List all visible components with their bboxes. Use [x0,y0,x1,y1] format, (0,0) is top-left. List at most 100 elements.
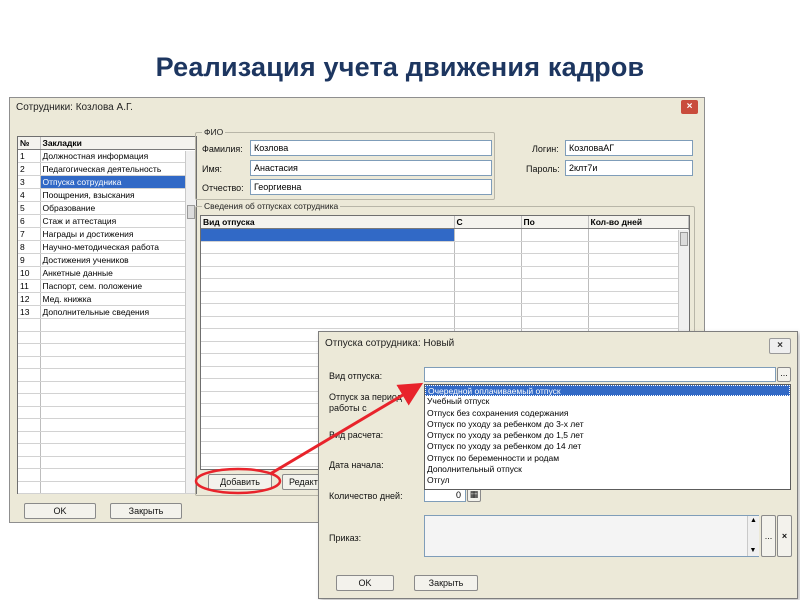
bookmark-row[interactable]: 12 Мед. книжка [18,292,196,306]
bookmark-empty-row[interactable] [18,468,196,482]
bookmark-number [18,418,41,432]
vacation-type-field[interactable] [424,367,776,382]
add-button[interactable]: Добавить [208,474,272,490]
vacation-cell [454,303,522,317]
vacation-row[interactable] [201,291,689,304]
scroll-up-icon[interactable]: ▲ [748,516,759,526]
bookmark-empty-row[interactable] [18,331,196,344]
bookmark-label: Педагогическая деятельность [40,162,196,176]
dropdown-option[interactable]: Отпуск без сохранения содержания [425,408,790,419]
dropdown-option[interactable]: Очередной оплачиваемый отпуск [425,385,790,397]
vacation-cell [521,253,589,267]
bookmark-empty-row[interactable] [18,393,196,407]
bookmark-empty-row[interactable] [18,443,196,457]
dialog-close-icon[interactable]: × [769,338,791,354]
bookmark-label: Должностная информация [40,149,196,163]
vacation-cell [521,266,589,279]
bookmark-label: Достижения учеников [40,253,196,267]
bookmark-label: Дополнительные сведения [40,305,196,319]
order-field[interactable] [424,515,759,557]
bookmark-row[interactable]: 1 Должностная информация [18,149,196,163]
bookmark-number [18,318,41,332]
bookmark-label [40,381,196,394]
bookmark-empty-row[interactable] [18,356,196,369]
bookmark-row[interactable]: 9 Достижения учеников [18,253,196,267]
vacation-row[interactable] [201,241,689,254]
edit-button[interactable]: Редакт [282,474,322,490]
bookmark-number: 6 [18,214,41,228]
bookmark-label: Мед. книжка [40,292,196,306]
surname-field[interactable]: Козлова [250,140,492,156]
slide-title: Реализация учета движения кадров [155,52,645,82]
name-field[interactable]: Анастасия [250,160,492,176]
bookmark-label: Отпуска сотрудника [40,175,196,189]
scroll-thumb[interactable] [680,232,688,246]
vacation-cell [521,316,589,329]
scroll-thumb[interactable] [187,205,195,219]
order-scrollbar[interactable]: ▲ ▼ [747,516,759,556]
bookmark-empty-row[interactable] [18,381,196,394]
bookmark-empty-row[interactable] [18,406,196,419]
vacation-row[interactable] [201,316,689,329]
vacation-cell [588,303,689,317]
vacation-row[interactable] [201,266,689,279]
vacation-type-browse-button[interactable]: ... [777,367,791,382]
vacation-row[interactable] [201,228,689,242]
vacation-row[interactable] [201,303,689,317]
close-icon[interactable]: × [681,100,698,114]
bookmark-row[interactable]: 8 Научно-методическая работа [18,240,196,254]
ok-button[interactable]: OK [24,503,96,519]
order-browse-button[interactable]: ... [761,515,776,557]
vacation-cell [201,316,455,329]
vacation-cell [454,316,522,329]
bookmark-empty-row[interactable] [18,318,196,332]
bookmark-number: 3 [18,175,41,189]
bookmark-empty-row[interactable] [18,456,196,469]
days-value: 0 [455,490,461,500]
dialog-ok-button[interactable]: OK [336,575,394,591]
scroll-down-icon[interactable]: ▼ [748,546,758,556]
dropdown-option[interactable]: Отгул [425,475,790,486]
dialog-close-button[interactable]: Закрыть [414,575,478,591]
bookmark-row[interactable]: 6 Стаж и аттестация [18,214,196,228]
bookmark-number [18,381,41,394]
bookmark-row[interactable]: 10 Анкетные данные [18,266,196,280]
bookmark-row[interactable]: 11 Паспорт, сем. положение [18,279,196,293]
bookmark-empty-row[interactable] [18,368,196,382]
dropdown-option[interactable]: Учебный отпуск [425,396,790,407]
vacation-row[interactable] [201,253,689,267]
password-field[interactable]: 2клт7и [565,160,693,176]
bookmark-empty-row[interactable] [18,481,196,494]
bookmark-label [40,318,196,332]
bookmark-number: 7 [18,227,41,241]
dropdown-option[interactable]: Отпуск по уходу за ребенком до 3-х лет [425,419,790,430]
vacation-cell [588,266,689,279]
vacation-cell [521,228,589,242]
bookmark-label [40,468,196,482]
dropdown-option[interactable]: Дополнительный отпуск [425,464,790,475]
bookmark-empty-row[interactable] [18,418,196,432]
close-button[interactable]: Закрыть [110,503,182,519]
bookmark-number: 9 [18,253,41,267]
bookmark-label [40,443,196,457]
dropdown-option[interactable]: Отпуск по уходу за ребенком до 1,5 лет [425,430,790,441]
dropdown-option[interactable]: Отпуск по беременности и родам [425,453,790,464]
bookmark-label [40,481,196,494]
bookmark-number [18,431,41,444]
bookmark-empty-row[interactable] [18,431,196,444]
bookmark-row[interactable]: 13 Дополнительные сведения [18,305,196,319]
bookmark-row[interactable]: 3 Отпуска сотрудника [18,175,196,189]
dropdown-option[interactable]: Отпуск по уходу за ребенком до 14 лет [425,441,790,452]
bookmark-row[interactable]: 4 Поощрения, взыскания [18,188,196,202]
bookmark-row[interactable]: 7 Награды и достижения [18,227,196,241]
bookmark-row[interactable]: 2 Педагогическая деятельность [18,162,196,176]
vacation-row[interactable] [201,278,689,292]
login-field[interactable]: КозловаАГ [565,140,693,156]
bookmark-number [18,443,41,457]
vacation-type-dropdown[interactable]: Очередной оплачиваемый отпуск Учебный отп… [424,384,791,490]
order-clear-button[interactable]: × [777,515,792,557]
bookmark-empty-row[interactable] [18,343,196,357]
bookmark-number [18,368,41,382]
patronymic-field[interactable]: Георгиевна [250,179,492,195]
bookmark-row[interactable]: 5 Образование [18,201,196,215]
